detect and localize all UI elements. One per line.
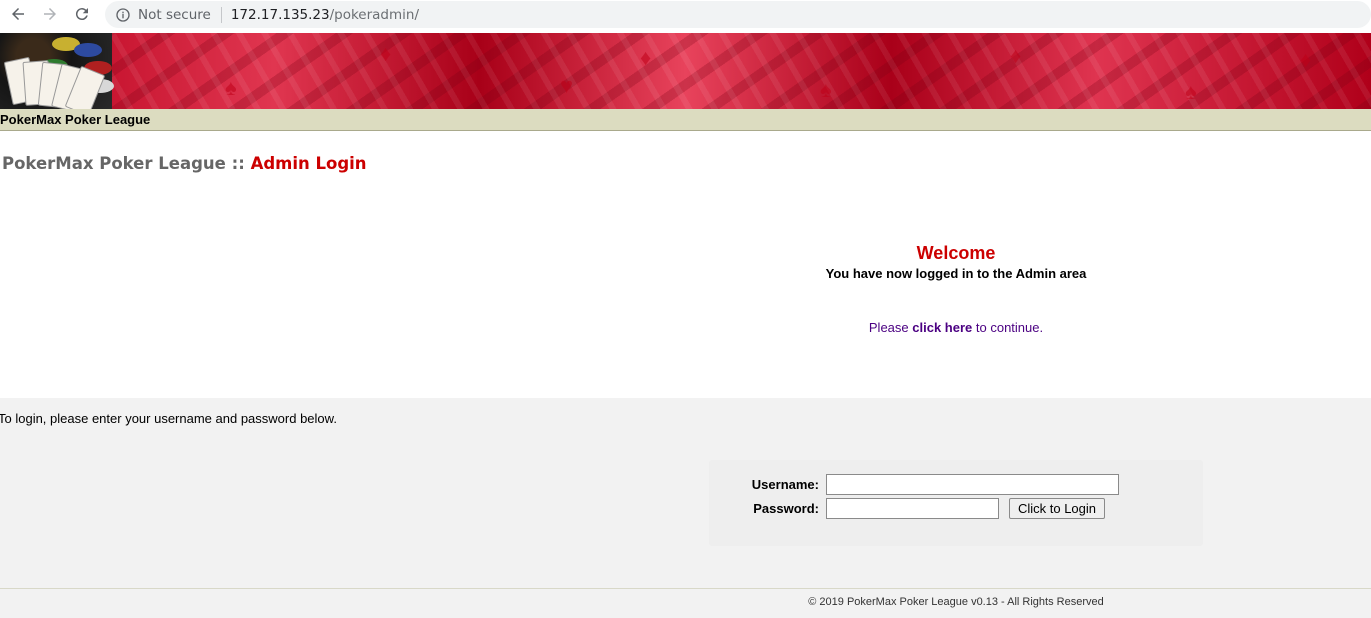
username-input[interactable] [826, 474, 1119, 495]
footer-copyright: © 2019 PokerMax Poker League v0.13 - All… [808, 596, 1104, 608]
heading-section: Admin Login [250, 154, 367, 173]
back-button[interactable] [2, 0, 34, 28]
spade-icon: ♠ [820, 77, 832, 102]
continue-prefix: Please [868, 320, 909, 335]
security-label: Not secure [138, 6, 211, 23]
password-label: Password: [753, 501, 819, 516]
spade-icon: ♠ [1185, 79, 1197, 104]
diamond-icon: ♦ [380, 41, 392, 66]
heading-separator: :: [231, 154, 245, 173]
info-icon[interactable] [115, 7, 131, 23]
welcome-message: Welcome You have now logged in to the Ad… [756, 243, 1156, 281]
username-label: Username: [751, 477, 819, 492]
login-section: To login, please enter your username and… [0, 398, 1371, 618]
site-title-bar: PokerMax Poker League [0, 109, 1371, 131]
heading-site: PokerMax Poker League [2, 154, 226, 173]
diamond-icon: ♦ [640, 45, 652, 70]
address-bar[interactable]: Not secure 172.17.135.23/pokeradmin/ [105, 1, 1371, 28]
browser-toolbar: Not secure 172.17.135.23/pokeradmin/ [0, 0, 1371, 33]
url-host: 172.17.135.23 [230, 6, 330, 23]
footer-divider [0, 588, 1371, 589]
reload-icon [75, 8, 88, 21]
spade-icon: ♠ [225, 75, 237, 100]
reload-button[interactable] [66, 0, 98, 28]
login-instructions: To login, please enter your username and… [0, 411, 337, 426]
diamond-icon: ♦ [1300, 47, 1312, 72]
back-arrow-icon [12, 8, 24, 20]
login-form: Username: Password: Click to Login [709, 460, 1203, 546]
password-input[interactable] [826, 498, 999, 519]
welcome-title: Welcome [916, 243, 996, 263]
page-title: PokerMax Poker League :: Admin Login [2, 154, 367, 173]
site-title: PokerMax Poker League [0, 112, 151, 127]
header-banner: ♠ ♦ ♥ ♦ ♠ ♦ ♠ ♦ [0, 33, 1371, 109]
forward-button[interactable] [34, 0, 66, 28]
address-divider [220, 6, 222, 23]
forward-arrow-icon [44, 8, 56, 20]
continue-message: Please click here to continue. [756, 320, 1156, 335]
login-button[interactable]: Click to Login [1009, 498, 1105, 519]
heart-icon: ♥ [560, 73, 574, 98]
click-here-link[interactable]: click here [912, 320, 972, 335]
poker-chips-cards-image [0, 33, 114, 109]
continue-suffix: to continue. [975, 320, 1044, 335]
diamond-icon: ♦ [1010, 43, 1022, 68]
chip [74, 43, 102, 57]
welcome-subtitle: You have now logged in to the Admin area [825, 266, 1087, 281]
url-path: /pokeradmin/ [329, 6, 420, 23]
